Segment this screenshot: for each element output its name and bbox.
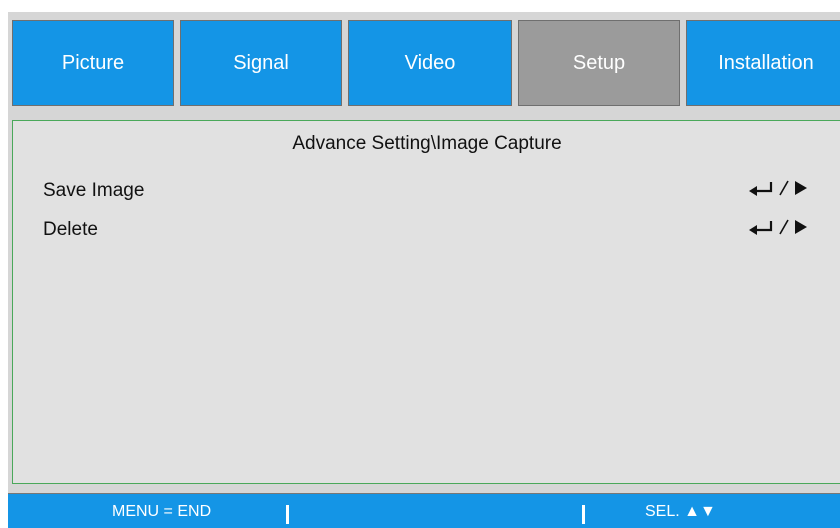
- tab-label: Setup: [572, 51, 626, 74]
- menu-item-action[interactable]: [747, 217, 809, 237]
- tab-label: Video: [404, 51, 456, 74]
- breadcrumb: Advance Setting\Image Capture: [292, 133, 562, 154]
- menu-item-action[interactable]: [747, 178, 809, 198]
- enter-icon: [749, 221, 773, 235]
- menu-item-label: Save Image: [43, 180, 145, 201]
- tab-bar: Picture Signal Video Setup Installation: [8, 12, 840, 114]
- slash-separator-icon: [779, 180, 789, 196]
- tab-setup[interactable]: Setup: [518, 20, 680, 106]
- osd-menu: Picture Signal Video Setup Installation …: [8, 12, 840, 528]
- tab-picture[interactable]: Picture: [12, 20, 174, 106]
- tab-label: Picture: [61, 51, 125, 74]
- status-menu-end: MENU = END: [112, 503, 212, 520]
- tab-signal[interactable]: Signal: [180, 20, 342, 106]
- right-triangle-icon: [795, 181, 807, 195]
- menu-item-save-image[interactable]: Save Image: [43, 178, 809, 206]
- status-divider: [582, 505, 585, 524]
- menu-item-delete[interactable]: Delete: [43, 217, 809, 245]
- status-select: SEL. ▲▼: [645, 503, 716, 520]
- content-panel: Advance Setting\Image Capture Save Image…: [12, 120, 840, 484]
- right-triangle-icon: [795, 220, 807, 234]
- menu-item-label: Delete: [43, 219, 98, 240]
- tab-video[interactable]: Video: [348, 20, 512, 106]
- tab-installation[interactable]: Installation: [686, 20, 840, 106]
- tab-label: Installation: [718, 51, 814, 74]
- tab-label: Signal: [233, 51, 289, 74]
- status-bar: MENU = END SEL. ▲▼: [8, 493, 840, 528]
- slash-separator-icon: [779, 219, 789, 235]
- enter-icon: [749, 182, 773, 196]
- status-divider: [286, 505, 289, 524]
